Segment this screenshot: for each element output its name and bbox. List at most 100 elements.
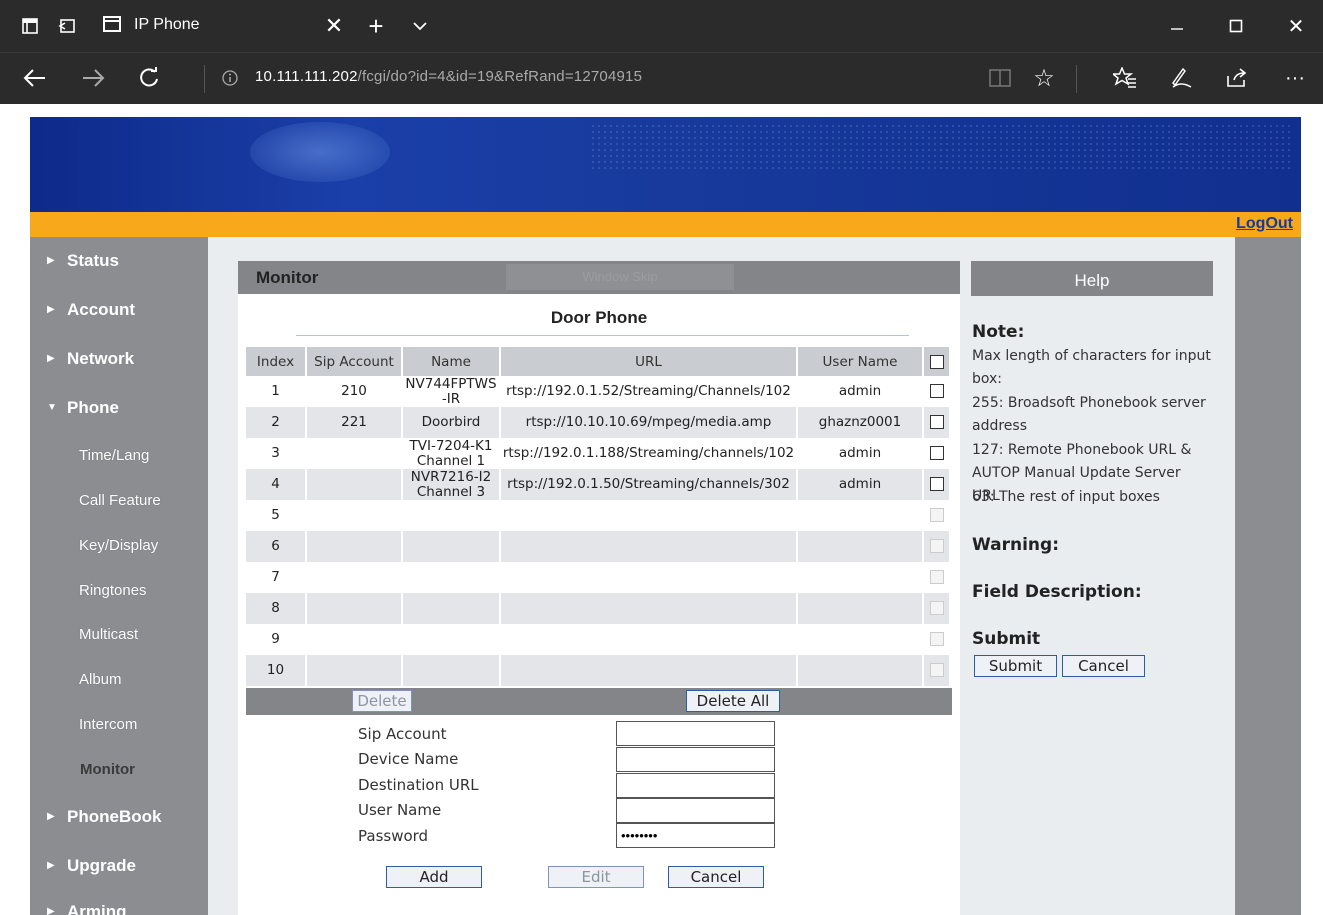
submit-button[interactable]: Submit <box>974 655 1057 677</box>
sidebar-item-account[interactable]: ▶ Account <box>30 298 208 328</box>
browser-tab-bar: IP Phone ✕ + ✕ <box>0 0 1323 52</box>
cell-sip <box>306 500 403 531</box>
row-checkbox-cell <box>923 376 951 407</box>
row-checkbox <box>929 601 944 615</box>
cell-url: rtsp://192.0.1.188/Streaming/channels/10… <box>500 438 798 469</box>
row-checkbox[interactable] <box>929 415 944 429</box>
help-title: Help <box>971 261 1213 296</box>
cell-name: NVR7216-I2 Channel 3 <box>402 469 501 500</box>
user-name-input[interactable] <box>616 798 775 823</box>
sidebar-item-upgrade[interactable]: ▶ Upgrade <box>30 854 208 884</box>
tab-back-icon[interactable] <box>54 14 78 38</box>
submit-title: Submit <box>972 629 1041 649</box>
table-row[interactable]: 5 <box>246 500 951 531</box>
tab-list-icon[interactable] <box>18 14 42 38</box>
row-checkbox-cell <box>923 562 951 593</box>
help-body: Note: Max length of characters for input… <box>971 296 1213 915</box>
sidebar-arrow-icon: ▶ <box>47 906 55 915</box>
delete-all-button[interactable]: Delete All <box>686 690 780 712</box>
sidebar-item-phonebook[interactable]: ▶ PhoneBook <box>30 805 208 835</box>
table-row[interactable]: 9 <box>246 624 951 655</box>
cell-url <box>500 655 798 686</box>
close-window-icon[interactable]: ✕ <box>1284 14 1308 38</box>
sidebar-sub-multicast[interactable]: Multicast <box>79 626 138 643</box>
sidebar-sub-monitor[interactable]: Monitor <box>80 761 135 778</box>
info-icon[interactable] <box>215 65 245 91</box>
sip-account-input[interactable] <box>616 721 775 746</box>
cell-name: NV744FPTWS-IR <box>402 376 501 407</box>
sidebar-item-status[interactable]: ▶ Status <box>30 249 208 279</box>
cell-sip: 210 <box>306 376 403 407</box>
tab-title[interactable]: IP Phone <box>134 16 200 34</box>
table-row[interactable]: 1 210 NV744FPTWS-IR rtsp://192.0.1.52/St… <box>246 376 951 407</box>
address-separator <box>204 65 205 93</box>
sip-account-label: Sip Account <box>358 725 447 743</box>
page-title: Monitor <box>256 268 319 287</box>
cell-user <box>797 562 924 593</box>
cell-name: Doorbird <box>402 407 501 438</box>
edit-button[interactable]: Edit <box>548 866 644 888</box>
minimize-icon[interactable] <box>1165 14 1189 38</box>
sidebar-sub-time-lang[interactable]: Time/Lang <box>79 447 149 464</box>
reading-view-icon[interactable] <box>985 65 1015 91</box>
select-all-checkbox[interactable] <box>929 354 944 369</box>
sidebar-sub-album[interactable]: Album <box>79 671 122 688</box>
add-button[interactable]: Add <box>386 866 482 888</box>
cell-sip <box>306 469 403 500</box>
chevron-down-icon[interactable] <box>408 14 432 38</box>
sidebar-sub-call-feature[interactable]: Call Feature <box>79 492 161 509</box>
plus-icon[interactable]: + <box>364 11 388 41</box>
row-checkbox-cell <box>923 469 951 500</box>
password-label: Password <box>358 827 429 845</box>
destination-url-input[interactable] <box>616 773 775 798</box>
sidebar-item-arming[interactable]: ▶ Arming <box>30 900 208 915</box>
row-checkbox[interactable] <box>929 446 944 460</box>
help-cancel-button[interactable]: Cancel <box>1062 655 1145 677</box>
favorite-star-icon[interactable]: ☆ <box>1029 65 1059 92</box>
select-all-checkbox-cell <box>923 347 951 376</box>
cell-url: rtsp://192.0.1.52/Streaming/Channels/102 <box>500 376 798 407</box>
share-icon[interactable] <box>1222 65 1252 91</box>
delete-button[interactable]: Delete <box>352 690 412 712</box>
table-row[interactable]: 7 <box>246 562 951 593</box>
table-row[interactable]: 3 TVI-7204-K1 Channel 1 rtsp://192.0.1.1… <box>246 438 951 469</box>
device-name-input[interactable] <box>616 747 775 772</box>
close-icon[interactable]: ✕ <box>322 13 346 38</box>
back-arrow-icon[interactable] <box>20 65 50 91</box>
refresh-icon[interactable] <box>134 65 164 91</box>
logout-link[interactable]: LogOut <box>1236 215 1293 233</box>
sidebar-arrow-icon: ▶ <box>47 860 55 871</box>
table-row[interactable]: 6 <box>246 531 951 562</box>
cell-url <box>500 593 798 624</box>
cell-name: TVI-7204-K1 Channel 1 <box>402 438 501 469</box>
more-icon[interactable]: ··· <box>1280 65 1310 91</box>
sidebar-item-phone[interactable]: ▼ Phone <box>30 396 208 426</box>
forward-arrow-icon[interactable] <box>78 65 108 91</box>
row-checkbox[interactable] <box>929 477 944 491</box>
right-strip <box>1235 237 1301 915</box>
cell-index: 6 <box>246 531 307 562</box>
row-checkbox-cell <box>923 438 951 469</box>
table-row[interactable]: 4 NVR7216-I2 Channel 3 rtsp://192.0.1.50… <box>246 469 951 500</box>
url-field[interactable]: 10.111.111.202/fcgi/do?id=4&id=19&RefRan… <box>255 68 642 85</box>
cell-index: 5 <box>246 500 307 531</box>
table-row[interactable]: 8 <box>246 593 951 624</box>
cell-name <box>402 531 501 562</box>
cancel-button[interactable]: Cancel <box>668 866 764 888</box>
field-description-title: Field Description: <box>972 582 1142 602</box>
sidebar-sub-key-display[interactable]: Key/Display <box>79 537 158 554</box>
table-row[interactable]: 10 <box>246 655 951 686</box>
maximize-icon[interactable] <box>1224 14 1248 38</box>
cell-user <box>797 531 924 562</box>
sidebar-item-label: Phone <box>67 398 119 417</box>
sidebar-item-network[interactable]: ▶ Network <box>30 347 208 377</box>
cell-user <box>797 655 924 686</box>
cell-name <box>402 655 501 686</box>
favorites-list-icon[interactable] <box>1110 65 1140 91</box>
table-row[interactable]: 2 221 Doorbird rtsp://10.10.10.69/mpeg/m… <box>246 407 951 438</box>
pen-icon[interactable] <box>1166 65 1196 91</box>
sidebar-sub-intercom[interactable]: Intercom <box>79 716 137 733</box>
sidebar-sub-ringtones[interactable]: Ringtones <box>79 582 147 599</box>
password-input[interactable]: •••••••• <box>616 823 775 848</box>
row-checkbox[interactable] <box>929 384 944 398</box>
